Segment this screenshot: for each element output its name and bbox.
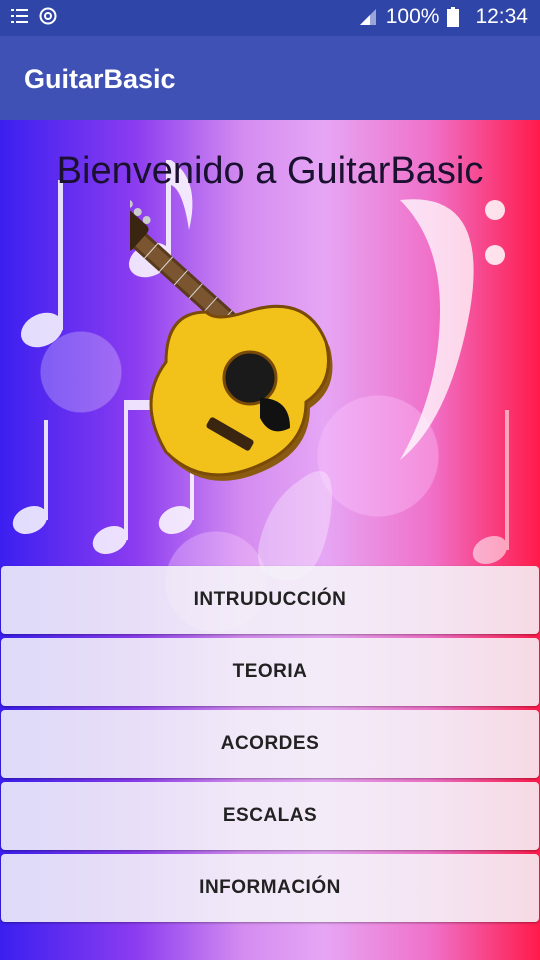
signal-icon [358,7,378,27]
main-menu: INTRUDUCCIÓN TEORIA ACORDES ESCALAS INFO… [0,566,540,926]
battery-icon [447,7,467,27]
theory-button[interactable]: TEORIA [1,638,539,706]
info-button[interactable]: INFORMACIÓN [1,854,539,922]
sync-icon [38,6,58,26]
status-bar: 100% 12:34 [0,0,540,36]
clock: 12:34 [475,5,528,28]
app-bar: GuitarBasic [0,36,540,120]
status-left [10,6,58,26]
main-content: Bienvenido a GuitarBasic INTRUDUCCIÓN TE… [0,120,540,960]
app-title: GuitarBasic [24,64,176,94]
guitar-image [130,199,333,481]
scales-button[interactable]: ESCALAS [1,782,539,850]
status-right: 100% 12:34 [358,5,528,29]
intro-button[interactable]: INTRUDUCCIÓN [1,566,539,634]
chords-button[interactable]: ACORDES [1,710,539,778]
welcome-title: Bienvenido a GuitarBasic [56,150,484,192]
list-icon [10,6,30,26]
battery-percent: 100% [385,5,440,28]
